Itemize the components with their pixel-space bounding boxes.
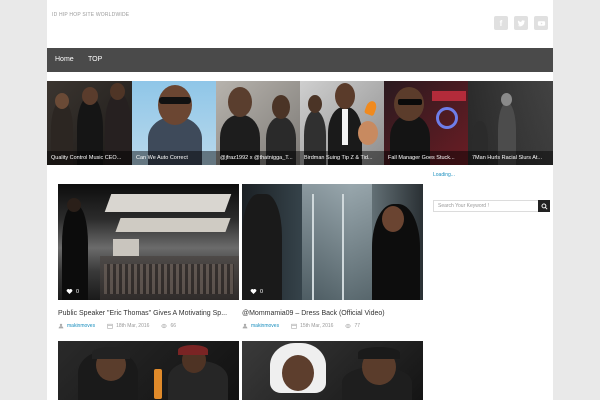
- post-author[interactable]: makinmoves: [67, 323, 95, 329]
- post-card: 0 @Mommamia09 – Dress Back (Official Vid…: [242, 184, 423, 334]
- post-card: [242, 341, 423, 400]
- youtube-icon[interactable]: [534, 16, 548, 30]
- eye-icon: [161, 323, 168, 329]
- slide-5[interactable]: Fall Manager Goes Stuck...: [384, 81, 468, 165]
- twitter-icon[interactable]: [514, 16, 528, 30]
- post-date: 15th Mar, 2016: [300, 323, 334, 329]
- search-box: [433, 200, 550, 212]
- eye-icon: [345, 323, 352, 329]
- main-nav: Home TOP: [47, 48, 553, 72]
- calendar-icon: [291, 323, 297, 329]
- post-views: 77: [354, 323, 360, 329]
- featured-slider: Quality Control Music CEO... Can We Auto…: [47, 81, 553, 165]
- nav-item-top[interactable]: TOP: [88, 48, 102, 72]
- post-author[interactable]: makinmoves: [251, 323, 279, 329]
- page: ID HIP HOP SITE WORLDWIDE f Home TOP Qua…: [47, 0, 553, 400]
- slide-caption: Can We Auto Correct: [132, 151, 216, 165]
- slide-3[interactable]: @jfraz1992 x @thatnigga_T...: [216, 81, 300, 165]
- post-thumbnail[interactable]: 0: [242, 184, 423, 300]
- post-meta: makinmoves 15th Mar, 2016 77: [242, 323, 360, 329]
- facebook-icon[interactable]: f: [494, 16, 508, 30]
- slide-6[interactable]: 7Man Hurls Racial Slurs At...: [468, 81, 553, 165]
- post-views: 66: [170, 323, 176, 329]
- loading-text: Loading...: [433, 172, 455, 178]
- heart-icon: [66, 289, 73, 295]
- likes-value: 0: [260, 288, 264, 295]
- post-thumbnail[interactable]: 0: [58, 184, 239, 300]
- user-icon: [58, 323, 64, 329]
- post-title[interactable]: Public Speaker "Eric Thomas" Gives A Mot…: [58, 310, 227, 317]
- post-card: 0 Public Speaker "Eric Thomas" Gives A M…: [58, 184, 239, 334]
- post-thumbnail[interactable]: [58, 341, 239, 400]
- post-card: [58, 341, 239, 400]
- search-icon: [541, 203, 547, 209]
- slide-caption: Quality Control Music CEO...: [47, 151, 132, 165]
- heart-icon: [250, 289, 257, 295]
- site-logo[interactable]: ID HIP HOP SITE WORLDWIDE: [52, 12, 129, 18]
- post-title[interactable]: @Mommamia09 – Dress Back (Official Video…: [242, 310, 385, 317]
- slide-caption: @jfraz1992 x @thatnigga_T...: [216, 151, 300, 165]
- slide-caption: Fall Manager Goes Stuck...: [384, 151, 468, 165]
- slide-4[interactable]: Birdman Suing Tip Z & Tid...: [300, 81, 384, 165]
- post-date: 18th Mar, 2016: [116, 323, 150, 329]
- slide-2[interactable]: Can We Auto Correct: [132, 81, 216, 165]
- slide-caption: 7Man Hurls Racial Slurs At...: [468, 151, 553, 165]
- user-icon: [242, 323, 248, 329]
- slide-caption: Birdman Suing Tip Z & Tid...: [300, 151, 384, 165]
- search-button[interactable]: [538, 200, 550, 212]
- post-meta: makinmoves 18th Mar, 2016 66: [58, 323, 176, 329]
- slide-1[interactable]: Quality Control Music CEO...: [47, 81, 132, 165]
- likes-value: 0: [76, 288, 80, 295]
- nav-item-home[interactable]: Home: [55, 48, 74, 72]
- facebook-glyph: f: [499, 18, 503, 28]
- search-input[interactable]: [434, 201, 538, 211]
- likes-count[interactable]: 0: [66, 288, 79, 295]
- calendar-icon: [107, 323, 113, 329]
- post-thumbnail[interactable]: [242, 341, 423, 400]
- likes-count[interactable]: 0: [250, 288, 263, 295]
